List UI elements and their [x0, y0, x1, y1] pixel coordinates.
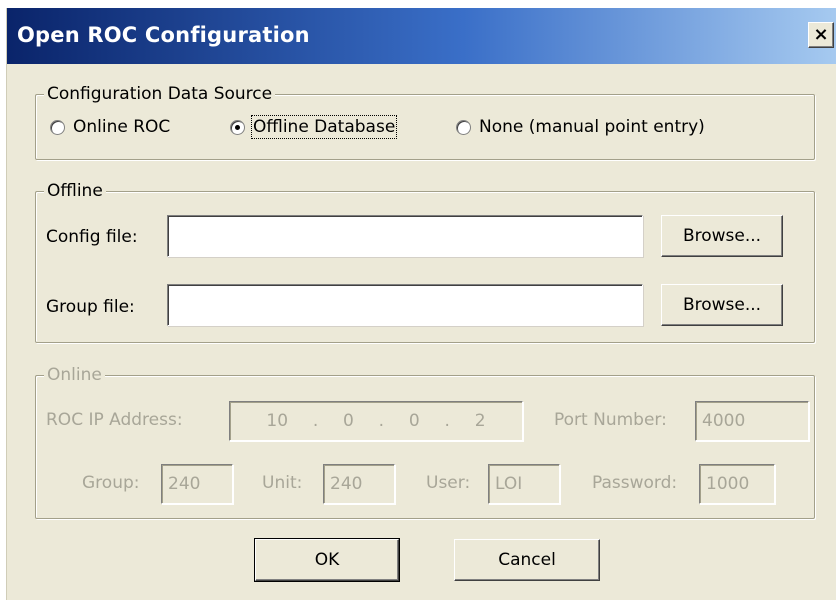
ok-button-label: OK: [314, 550, 340, 570]
offline-group: Offline Config file: Browse... Group fil…: [35, 180, 815, 343]
radio-offline-database-circle[interactable]: [230, 119, 245, 135]
ip-dot-2: .: [378, 411, 385, 431]
ok-button[interactable]: OK: [254, 538, 400, 582]
radio-offline-database[interactable]: Offline Database: [230, 115, 398, 139]
ip-octet-3: 0: [408, 411, 420, 431]
cancel-button[interactable]: Cancel: [454, 539, 600, 581]
close-icon: ×: [813, 24, 829, 45]
radio-none-manual-label: None (manual point entry): [479, 117, 705, 137]
radio-none-manual-circle[interactable]: [456, 119, 471, 135]
window-title: Open ROC Configuration: [17, 23, 310, 47]
user-label: User:: [426, 473, 471, 493]
title-bar[interactable]: Open ROC Configuration ×: [7, 8, 836, 64]
close-button[interactable]: ×: [808, 22, 834, 48]
password-label: Password:: [592, 473, 678, 493]
config-browse-button[interactable]: Browse...: [661, 215, 783, 257]
online-group: Online ROC IP Address: 10 . 0 . 0 . 2 Po…: [35, 364, 815, 519]
unit-value: 240: [330, 474, 363, 494]
group-browse-button[interactable]: Browse...: [661, 284, 783, 326]
config-file-label: Config file:: [46, 227, 138, 247]
ip-octet-2: 0: [343, 411, 354, 431]
group-input[interactable]: 240: [161, 464, 233, 504]
configuration-data-source-legend: Configuration Data Source: [44, 83, 276, 105]
radio-offline-database-label: Offline Database: [250, 115, 398, 139]
configuration-data-source-group: Configuration Data Source Online ROC Off…: [35, 83, 815, 160]
radio-online-roc-label: Online ROC: [73, 117, 171, 137]
password-value: 1000: [706, 474, 750, 494]
cancel-button-label: Cancel: [498, 550, 556, 570]
group-file-label: Group file:: [46, 297, 135, 317]
user-value: LOI: [495, 474, 523, 494]
radio-online-roc-circle[interactable]: [50, 119, 65, 135]
port-number-input[interactable]: 4000: [695, 401, 809, 441]
ip-octet-4: 2: [474, 411, 486, 431]
port-number-label: Port Number:: [554, 410, 667, 430]
group-label: Group:: [82, 473, 140, 493]
config-browse-label: Browse...: [682, 226, 762, 246]
unit-input[interactable]: 240: [323, 464, 395, 504]
group-file-input[interactable]: [167, 284, 643, 326]
group-value: 240: [168, 474, 201, 494]
config-file-input[interactable]: [167, 215, 643, 257]
ip-dot-3: .: [444, 411, 450, 431]
ip-dot-1: .: [312, 411, 319, 431]
port-number-value: 4000: [702, 411, 746, 431]
radio-online-roc[interactable]: Online ROC: [50, 117, 170, 137]
offline-legend: Offline: [44, 180, 106, 202]
password-input[interactable]: 1000: [699, 464, 775, 504]
user-input[interactable]: LOI: [488, 464, 560, 504]
roc-ip-address-label: ROC IP Address:: [46, 410, 183, 430]
radio-none-manual[interactable]: None (manual point entry): [456, 117, 705, 137]
unit-label: Unit:: [262, 473, 303, 493]
ip-octet-1: 10: [266, 411, 289, 431]
online-legend: Online: [44, 364, 105, 386]
roc-ip-address-input[interactable]: 10 . 0 . 0 . 2: [229, 401, 523, 441]
open-roc-configuration-dialog: Open ROC Configuration × Configuration D…: [6, 8, 836, 600]
group-browse-label: Browse...: [682, 295, 762, 315]
